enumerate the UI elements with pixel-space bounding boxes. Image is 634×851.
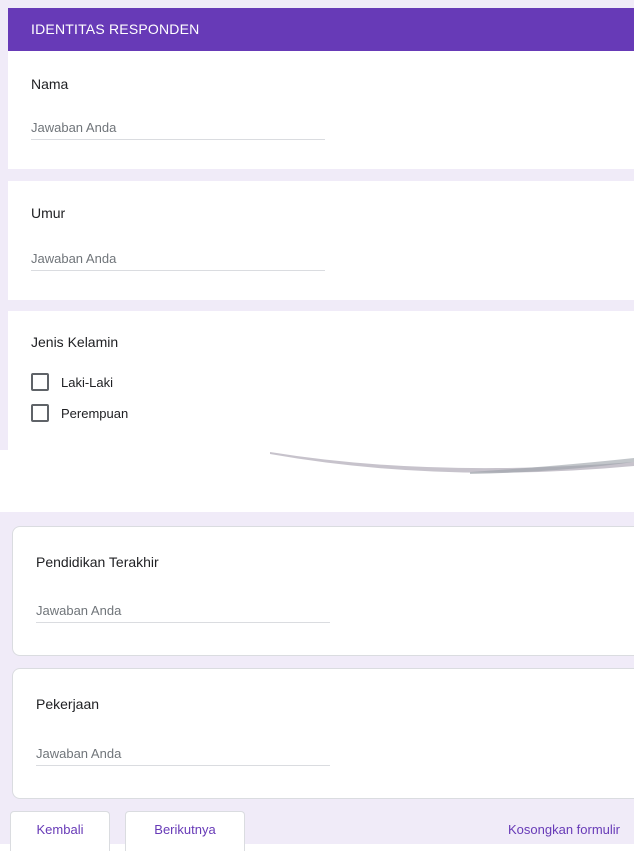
question-title-umur: Umur xyxy=(31,205,66,221)
next-button[interactable]: Berikutnya xyxy=(125,811,245,851)
checkbox-label: Perempuan xyxy=(61,405,129,421)
decorative-swoosh xyxy=(270,448,634,478)
question-title-jenis-kelamin: Jenis Kelamin xyxy=(31,334,119,350)
checkbox-option-perempuan[interactable]: Perempuan xyxy=(31,404,128,422)
clear-form-link[interactable]: Kosongkan formulir xyxy=(508,822,620,837)
question-title-pekerjaan: Pekerjaan xyxy=(36,696,100,712)
checkbox-icon[interactable] xyxy=(31,373,49,391)
answer-input-nama[interactable]: Jawaban Anda xyxy=(31,120,325,140)
answer-input-pekerjaan[interactable]: Jawaban Anda xyxy=(36,746,330,766)
next-button-label: Berikutnya xyxy=(154,822,216,837)
answer-input-pendidikan[interactable]: Jawaban Anda xyxy=(36,603,330,623)
section-header: IDENTITAS RESPONDEN xyxy=(8,8,634,51)
section-title: IDENTITAS RESPONDEN xyxy=(31,21,200,37)
back-button[interactable]: Kembali xyxy=(10,811,110,851)
question-card-jenis-kelamin: Jenis Kelamin Laki-Laki Perempuan xyxy=(8,311,634,450)
answer-input-umur[interactable]: Jawaban Anda xyxy=(31,251,325,271)
question-card-pekerjaan: Pekerjaan Jawaban Anda xyxy=(12,668,634,799)
checkbox-icon[interactable] xyxy=(31,404,49,422)
question-title-nama: Nama xyxy=(31,76,69,92)
question-card-umur: Umur Jawaban Anda xyxy=(8,181,634,300)
question-title-pendidikan: Pendidikan Terakhir xyxy=(36,554,159,570)
question-card-pendidikan: Pendidikan Terakhir Jawaban Anda xyxy=(12,526,634,656)
question-card-nama: Nama Jawaban Anda xyxy=(8,51,634,169)
back-button-label: Kembali xyxy=(36,822,84,837)
checkbox-option-laki-laki[interactable]: Laki-Laki xyxy=(31,373,113,391)
checkbox-label: Laki-Laki xyxy=(61,374,114,390)
